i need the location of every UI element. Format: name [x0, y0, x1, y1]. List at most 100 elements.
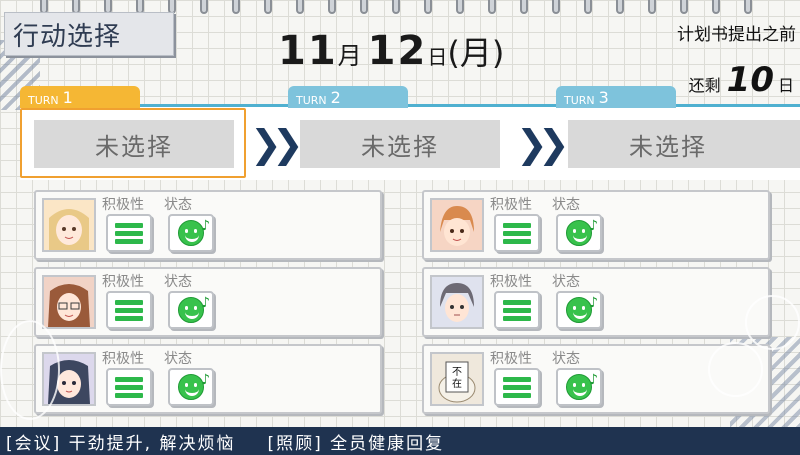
happy-face-icon: ♪: [168, 368, 214, 406]
condition-stat: 状态 ♪: [162, 271, 218, 333]
next-action-slot[interactable]: [766, 120, 800, 168]
date-month-unit: 月: [337, 42, 362, 70]
motivation-label: 积极性: [102, 274, 144, 290]
turn-number: 2: [330, 88, 341, 107]
motivation-stat: 积极性: [100, 348, 156, 410]
page-title: 行动选择: [4, 12, 174, 56]
happy-face-icon: ♪: [168, 291, 214, 329]
deadline-label: 计划书提出之前: [677, 25, 796, 45]
brown-hair-girl-glasses-avatar: [42, 275, 96, 329]
binding-ring: [488, 0, 496, 14]
absent-sign-avatar: 不在: [430, 352, 484, 406]
motivation-label: 积极性: [490, 197, 532, 213]
condition-stat: 状态 ♪: [550, 348, 606, 410]
condition-label: 状态: [552, 274, 580, 290]
happy-face-icon: ♪: [168, 214, 214, 252]
condition-label: 状态: [552, 351, 580, 367]
binding-ring: [200, 0, 208, 14]
orange-hair-boy-avatar: [430, 198, 484, 252]
binding-ring: [264, 0, 272, 14]
condition-label: 状态: [164, 351, 192, 367]
absent-sign-text-2: 在: [452, 378, 462, 390]
happy-face-icon: ♪: [556, 368, 602, 406]
remaining-unit: 日: [777, 76, 794, 95]
condition-stat: 状态 ♪: [162, 194, 218, 256]
binding-ring: [232, 0, 240, 14]
member-card[interactable]: 积极性 状态 ♪: [34, 344, 382, 414]
turn-3-action-slot[interactable]: 未选择: [568, 120, 768, 168]
motivation-meter-icon: [106, 214, 152, 252]
binding-ring: [648, 0, 656, 14]
turn-2-action-slot[interactable]: 未选择: [300, 120, 500, 168]
condition-stat: 状态 ♪: [550, 271, 606, 333]
remaining-label: 还剩: [688, 76, 721, 95]
member-card[interactable]: 积极性 状态 ♪: [422, 267, 770, 337]
hint-care: [照顾] 全员健康回复: [267, 433, 445, 454]
turn-tab-1[interactable]: TURN 1: [20, 86, 140, 108]
condition-label: 状态: [552, 197, 580, 213]
date-day-unit: 日: [427, 45, 448, 69]
happy-face-icon: ♪: [556, 214, 602, 252]
condition-label: 状态: [164, 197, 192, 213]
absent-sign-text-1: 不: [452, 367, 462, 378]
motivation-stat: 积极性: [100, 194, 156, 256]
binding-ring: [680, 0, 688, 14]
motivation-stat: 积极性: [488, 348, 544, 410]
hint-meeting: [会议] 干劲提升, 解决烦恼: [6, 433, 236, 454]
condition-stat: 状态 ♪: [550, 194, 606, 256]
remaining-days: 10: [726, 60, 774, 100]
binding-ring: [584, 0, 592, 14]
binding-ring: [712, 0, 720, 14]
member-card[interactable]: 积极性 状态 ♪: [34, 190, 382, 260]
turn-label: TURN: [564, 94, 595, 107]
virtual-triangle-button[interactable]: [745, 295, 800, 350]
days-remaining: 还剩 10 日: [689, 60, 794, 100]
motivation-stat: 积极性: [488, 194, 544, 256]
motivation-label: 积极性: [490, 274, 532, 290]
chevron-right-icon: ❯❯: [250, 122, 304, 166]
binding-ring: [744, 0, 752, 14]
binding-ring: [328, 0, 336, 14]
turn-label: TURN: [296, 94, 327, 107]
date-weekday: 月: [459, 34, 492, 72]
motivation-stat: 积极性: [488, 271, 544, 333]
binding-ring: [392, 0, 400, 14]
gray-hair-boy-avatar: [430, 275, 484, 329]
date-month: 11: [278, 28, 338, 74]
member-card[interactable]: 积极性 状态 ♪: [422, 190, 770, 260]
member-card[interactable]: 积极性 状态 ♪: [34, 267, 382, 337]
current-date: 11 月 12 日 ( 月 ): [278, 28, 504, 78]
motivation-label: 积极性: [490, 351, 532, 367]
binding-ring: [296, 0, 304, 14]
turn-number: 3: [598, 88, 609, 107]
date-day: 12: [367, 28, 428, 74]
binding-ring: [456, 0, 464, 14]
chevron-right-icon: ❯❯: [516, 122, 570, 166]
condition-label: 状态: [164, 274, 192, 290]
binding-ring: [552, 0, 560, 14]
motivation-meter-icon: [494, 291, 540, 329]
date-paren-close: ): [491, 34, 505, 72]
happy-face-icon: ♪: [556, 291, 602, 329]
turn-number: 1: [62, 88, 73, 107]
binding-ring: [360, 0, 368, 14]
motivation-stat: 积极性: [100, 271, 156, 333]
turn-label: TURN: [28, 94, 59, 107]
turn-tab-2[interactable]: TURN 2: [288, 86, 408, 108]
motivation-meter-icon: [494, 214, 540, 252]
motivation-meter-icon: [106, 291, 152, 329]
motivation-label: 积极性: [102, 351, 144, 367]
virtual-square-button[interactable]: [708, 342, 763, 397]
hint-bar: [会议] 干劲提升, 解决烦恼 [照顾] 全员健康回复: [0, 427, 800, 455]
binding-ring: [616, 0, 624, 14]
condition-stat: 状态 ♪: [162, 348, 218, 410]
date-paren-open: (: [447, 34, 460, 72]
binding-ring: [520, 0, 528, 14]
turn-1-action-slot[interactable]: 未选择: [34, 120, 234, 168]
binding-ring: [424, 0, 432, 14]
virtual-dpad[interactable]: [0, 320, 60, 420]
motivation-label: 积极性: [102, 197, 144, 213]
motivation-meter-icon: [106, 368, 152, 406]
motivation-meter-icon: [494, 368, 540, 406]
turn-tab-3[interactable]: TURN 3: [556, 86, 676, 108]
